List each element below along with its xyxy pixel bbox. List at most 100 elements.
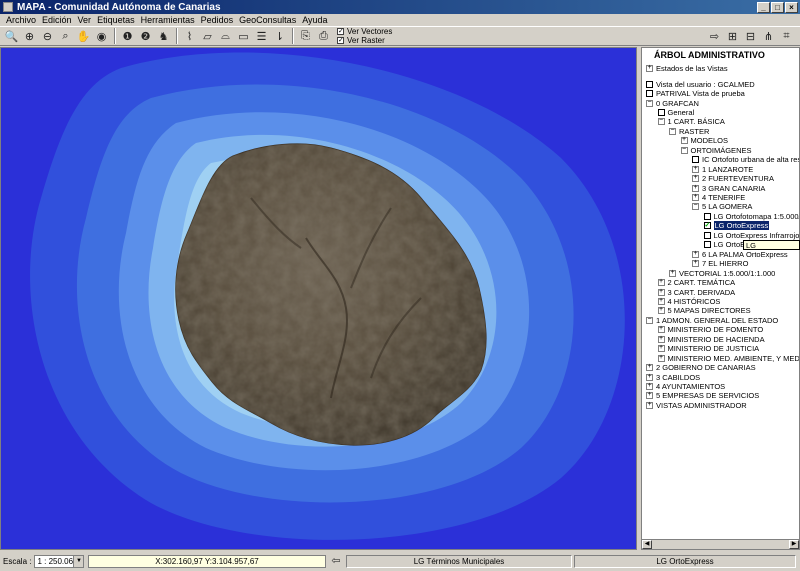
tree-item[interactable]: −0 GRAFCAN — [646, 98, 699, 108]
expand-icon[interactable]: + — [657, 354, 665, 362]
scroll-right-icon[interactable]: ▶ — [789, 540, 799, 549]
menu-geoconsultas[interactable]: GeoConsultas — [236, 15, 299, 25]
tree-item[interactable]: +4 AYUNTAMIENTOS — [646, 382, 725, 391]
expand-icon[interactable]: + — [692, 193, 699, 202]
collapse-icon[interactable]: − — [657, 117, 665, 126]
tree-item[interactable]: + MINISTERIO DE HACIENDA — [657, 335, 765, 344]
measure-area-icon[interactable]: ⏥ — [199, 28, 216, 44]
tree-item[interactable]: +6 LA PALMA — [692, 250, 744, 259]
expand-icon[interactable]: + — [657, 278, 665, 287]
tree-item[interactable]: +MINISTERIO MED. AMBIENTE, Y MED. RUF — [657, 354, 799, 363]
menu-ver[interactable]: Ver — [75, 15, 95, 25]
collapse-icon[interactable]: − — [646, 99, 653, 107]
tree-item[interactable]: +2 CART. TEMÁTICA — [657, 278, 735, 287]
menu-pedidos[interactable]: Pedidos — [198, 15, 237, 25]
forward-arrow-icon[interactable]: ⇨ — [706, 28, 723, 44]
tree-item[interactable]: +5 EMPRESAS DE SERVICIOS — [646, 391, 759, 400]
tree-item[interactable]: + MODELOS — [680, 136, 728, 145]
expand-icon[interactable]: + — [657, 297, 665, 305]
query-icon[interactable]: ❷ — [137, 28, 154, 44]
refresh-icon[interactable]: ◉ — [93, 28, 110, 44]
tree-settings-icon[interactable]: ⌗ — [778, 28, 795, 44]
tree-item[interactable]: +2 FUERTEVENTURA — [692, 174, 774, 183]
expand-icon[interactable]: + — [657, 288, 665, 296]
menu-etiquetas[interactable]: Etiquetas — [94, 15, 138, 25]
tree-item[interactable]: − RASTER — [669, 127, 709, 136]
expand-icon[interactable]: + — [657, 325, 665, 334]
expand-icon[interactable]: + — [646, 373, 653, 381]
zoom-icon[interactable]: 🔍 — [3, 28, 20, 44]
tree-item[interactable]: +3 CART. DERIVADA — [657, 287, 735, 297]
zoom-in-icon[interactable]: ⊕ — [21, 28, 38, 44]
tree-item[interactable]: LG OrtoExpress Infrarrojo — [703, 231, 799, 240]
tree-item[interactable]: − ORTOIMÁGENES — [680, 146, 752, 155]
tree-icon[interactable]: ⋔ — [760, 28, 777, 44]
tree-item[interactable]: −5 LA GOMERA — [692, 202, 752, 211]
maximize-button[interactable]: □ — [771, 1, 784, 13]
tree-item[interactable]: −1 ADMON. GENERAL DEL ESTADO — [646, 316, 778, 325]
tree-item[interactable]: + Estados de las Vistas — [646, 64, 728, 73]
expand-icon[interactable]: + — [657, 344, 665, 353]
ver-raster-checkbox[interactable]: ✓ Ver Raster — [337, 36, 392, 45]
tree-collapse-icon[interactable]: ⊟ — [742, 28, 759, 44]
checkbox-icon[interactable] — [703, 241, 711, 249]
collapse-icon[interactable]: − — [669, 127, 676, 135]
scroll-left-icon[interactable]: ◀ — [642, 540, 652, 549]
tree-item[interactable]: Vista del usuario : GCALMED — [646, 79, 755, 89]
tree-item[interactable]: +1 LANZAROTE — [692, 165, 753, 174]
expand-icon[interactable]: + — [692, 259, 699, 268]
tree-item[interactable]: +4 TENERIFE — [692, 193, 745, 202]
tree-horizontal-scrollbar[interactable]: ◀ ▶ — [642, 539, 799, 549]
expand-icon[interactable]: + — [669, 269, 676, 277]
checkbox-icon[interactable] — [703, 212, 711, 220]
expand-icon[interactable]: + — [692, 184, 699, 192]
tree-item[interactable]: IC Ortofoto urbana de alta resoluci — [692, 155, 799, 164]
expand-icon[interactable]: + — [646, 401, 653, 409]
print-icon[interactable]: ⎙ — [315, 28, 332, 44]
tree-item[interactable]: + MINISTERIO DE FOMENTO — [657, 325, 763, 334]
layers-icon[interactable]: ☰ — [253, 28, 270, 44]
tree-item[interactable]: General — [657, 108, 694, 117]
close-button[interactable]: × — [785, 1, 798, 13]
checkbox-icon[interactable]: ✓ — [703, 222, 711, 230]
tree-item[interactable]: +5 MAPAS DIRECTORES — [657, 306, 751, 315]
expand-icon[interactable]: + — [646, 64, 653, 73]
tree-item[interactable]: +3 GRAN CANARIA — [692, 183, 765, 193]
collapse-icon[interactable]: − — [692, 202, 699, 211]
tree-item[interactable]: + VISTAS ADMINISTRADOR — [646, 401, 747, 410]
expand-icon[interactable]: + — [646, 382, 653, 391]
measure-line-icon[interactable]: ⌇ — [181, 28, 198, 44]
menu-ayuda[interactable]: Ayuda — [299, 15, 330, 25]
checkbox-icon[interactable] — [646, 90, 653, 98]
menu-edicion[interactable]: Edición — [39, 15, 75, 25]
expand-icon[interactable]: + — [692, 174, 699, 183]
tree-item[interactable]: −1 CART. BÁSICA — [657, 117, 725, 126]
expand-icon[interactable]: + — [646, 363, 653, 372]
north-arrow-icon[interactable]: ⇂ — [271, 28, 288, 44]
expand-icon[interactable]: + — [680, 136, 688, 145]
collapse-icon[interactable]: − — [680, 146, 688, 154]
tree-item[interactable]: +7 EL HIERRO — [692, 259, 748, 268]
zoom-window-icon[interactable]: ⌕ — [57, 28, 74, 44]
tree-item[interactable]: +3 CABILDOS — [646, 372, 700, 382]
tree-item[interactable]: PATRIVAL Vista de prueba — [646, 89, 745, 98]
tree-item[interactable]: +4 HISTÓRICOS — [657, 297, 720, 306]
tree-item[interactable]: + VECTORIAL 1:5.000/1:1.000 — [669, 268, 775, 278]
expand-icon[interactable]: + — [657, 335, 665, 343]
chevron-down-icon[interactable]: ▼ — [73, 556, 84, 567]
book-icon[interactable]: ▭ — [235, 28, 252, 44]
map-view[interactable] — [0, 47, 637, 550]
collapse-icon[interactable]: − — [646, 316, 653, 324]
pan-hand-icon[interactable]: ✋ — [75, 28, 92, 44]
expand-icon[interactable]: + — [646, 391, 653, 400]
profile-icon[interactable]: ⌓ — [217, 28, 234, 44]
checkbox-icon[interactable] — [703, 231, 711, 239]
tree-item[interactable]: +2 GOBIERNO DE CANARIAS — [646, 363, 756, 372]
info-icon[interactable]: ❶ — [119, 28, 136, 44]
menu-archivo[interactable]: Archivo — [3, 15, 39, 25]
expand-icon[interactable]: + — [657, 306, 665, 315]
menu-herramientas[interactable]: Herramientas — [138, 15, 198, 25]
locate-icon[interactable]: ♞ — [155, 28, 172, 44]
back-arrow-icon[interactable]: ⇦ — [328, 555, 344, 568]
scale-select[interactable]: 1 : 250.069 ▼ — [34, 555, 85, 568]
